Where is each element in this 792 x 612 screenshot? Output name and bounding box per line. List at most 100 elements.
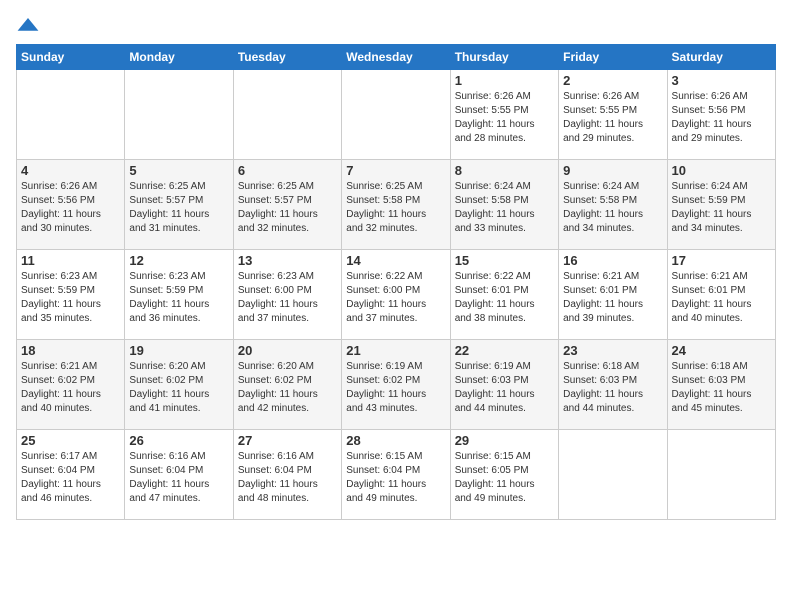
calendar-cell: 28 Sunrise: 6:15 AM Sunset: 6:04 PM Dayli… (342, 430, 450, 520)
day-info: Sunrise: 6:22 AM Sunset: 6:00 PM Dayligh… (346, 270, 445, 326)
day-number: 24 (672, 343, 771, 358)
logo-icon (16, 16, 40, 36)
calendar-cell: 3 Sunrise: 6:26 AM Sunset: 5:56 PM Daylig… (667, 70, 775, 160)
calendar-cell: 6 Sunrise: 6:25 AM Sunset: 5:57 PM Daylig… (233, 160, 341, 250)
calendar-cell: 5 Sunrise: 6:25 AM Sunset: 5:57 PM Daylig… (125, 160, 233, 250)
day-number: 11 (21, 253, 120, 268)
day-number: 29 (455, 433, 554, 448)
calendar-cell: 26 Sunrise: 6:16 AM Sunset: 6:04 PM Dayli… (125, 430, 233, 520)
day-info: Sunrise: 6:15 AM Sunset: 6:05 PM Dayligh… (455, 450, 554, 506)
day-number: 10 (672, 163, 771, 178)
calendar-cell: 2 Sunrise: 6:26 AM Sunset: 5:55 PM Daylig… (559, 70, 667, 160)
weekday-header-sunday: Sunday (17, 45, 125, 70)
logo (16, 16, 44, 36)
calendar-cell: 1 Sunrise: 6:26 AM Sunset: 5:55 PM Daylig… (450, 70, 558, 160)
calendar-cell: 25 Sunrise: 6:17 AM Sunset: 6:04 PM Dayli… (17, 430, 125, 520)
day-number: 19 (129, 343, 228, 358)
day-info: Sunrise: 6:21 AM Sunset: 6:01 PM Dayligh… (672, 270, 771, 326)
day-number: 26 (129, 433, 228, 448)
weekday-header-row: SundayMondayTuesdayWednesdayThursdayFrid… (17, 45, 776, 70)
day-number: 12 (129, 253, 228, 268)
calendar-week-row: 11 Sunrise: 6:23 AM Sunset: 5:59 PM Dayli… (17, 250, 776, 340)
day-number: 22 (455, 343, 554, 358)
day-number: 5 (129, 163, 228, 178)
calendar-cell: 18 Sunrise: 6:21 AM Sunset: 6:02 PM Dayli… (17, 340, 125, 430)
weekday-header-friday: Friday (559, 45, 667, 70)
day-info: Sunrise: 6:16 AM Sunset: 6:04 PM Dayligh… (238, 450, 337, 506)
calendar-cell: 14Sunrise: 6:22 AM Sunset: 6:00 PM Dayli… (342, 250, 450, 340)
calendar-cell: 8 Sunrise: 6:24 AM Sunset: 5:58 PM Daylig… (450, 160, 558, 250)
day-info: Sunrise: 6:19 AM Sunset: 6:03 PM Dayligh… (455, 360, 554, 416)
day-info: Sunrise: 6:19 AM Sunset: 6:02 PM Dayligh… (346, 360, 445, 416)
calendar-cell: 19 Sunrise: 6:20 AM Sunset: 6:02 PM Dayli… (125, 340, 233, 430)
calendar-cell: 29 Sunrise: 6:15 AM Sunset: 6:05 PM Dayli… (450, 430, 558, 520)
calendar-cell: 27 Sunrise: 6:16 AM Sunset: 6:04 PM Dayli… (233, 430, 341, 520)
day-info: Sunrise: 6:25 AM Sunset: 5:58 PM Dayligh… (346, 180, 445, 236)
day-number: 9 (563, 163, 662, 178)
day-info: Sunrise: 6:25 AM Sunset: 5:57 PM Dayligh… (129, 180, 228, 236)
calendar-cell (342, 70, 450, 160)
day-number: 20 (238, 343, 337, 358)
day-info: Sunrise: 6:24 AM Sunset: 5:58 PM Dayligh… (455, 180, 554, 236)
calendar-cell (667, 430, 775, 520)
day-number: 17 (672, 253, 771, 268)
calendar-cell (233, 70, 341, 160)
day-info: Sunrise: 6:21 AM Sunset: 6:01 PM Dayligh… (563, 270, 662, 326)
day-info: Sunrise: 6:23 AM Sunset: 5:59 PM Dayligh… (21, 270, 120, 326)
weekday-header-monday: Monday (125, 45, 233, 70)
calendar-cell: 7 Sunrise: 6:25 AM Sunset: 5:58 PM Daylig… (342, 160, 450, 250)
day-info: Sunrise: 6:20 AM Sunset: 6:02 PM Dayligh… (238, 360, 337, 416)
day-info: Sunrise: 6:17 AM Sunset: 6:04 PM Dayligh… (21, 450, 120, 506)
day-info: Sunrise: 6:15 AM Sunset: 6:04 PM Dayligh… (346, 450, 445, 506)
calendar-week-row: 18 Sunrise: 6:21 AM Sunset: 6:02 PM Dayli… (17, 340, 776, 430)
calendar-cell: 20 Sunrise: 6:20 AM Sunset: 6:02 PM Dayli… (233, 340, 341, 430)
day-info: Sunrise: 6:24 AM Sunset: 5:59 PM Dayligh… (672, 180, 771, 236)
day-number: 8 (455, 163, 554, 178)
calendar-cell: 10 Sunrise: 6:24 AM Sunset: 5:59 PM Dayli… (667, 160, 775, 250)
day-info: Sunrise: 6:21 AM Sunset: 6:02 PM Dayligh… (21, 360, 120, 416)
day-number: 2 (563, 73, 662, 88)
day-number: 15 (455, 253, 554, 268)
day-number: 27 (238, 433, 337, 448)
day-info: Sunrise: 6:20 AM Sunset: 6:02 PM Dayligh… (129, 360, 228, 416)
calendar-cell: 9Sunrise: 6:24 AM Sunset: 5:58 PM Daylig… (559, 160, 667, 250)
day-number: 28 (346, 433, 445, 448)
calendar-cell: 21 Sunrise: 6:19 AM Sunset: 6:02 PM Dayli… (342, 340, 450, 430)
day-info: Sunrise: 6:26 AM Sunset: 5:56 PM Dayligh… (21, 180, 120, 236)
calendar-cell: 16Sunrise: 6:21 AM Sunset: 6:01 PM Dayli… (559, 250, 667, 340)
day-number: 4 (21, 163, 120, 178)
day-number: 3 (672, 73, 771, 88)
calendar-cell (559, 430, 667, 520)
day-info: Sunrise: 6:23 AM Sunset: 5:59 PM Dayligh… (129, 270, 228, 326)
weekday-header-saturday: Saturday (667, 45, 775, 70)
calendar-cell: 13Sunrise: 6:23 AM Sunset: 6:00 PM Dayli… (233, 250, 341, 340)
day-number: 21 (346, 343, 445, 358)
day-info: Sunrise: 6:22 AM Sunset: 6:01 PM Dayligh… (455, 270, 554, 326)
weekday-header-thursday: Thursday (450, 45, 558, 70)
calendar-cell: 22 Sunrise: 6:19 AM Sunset: 6:03 PM Dayli… (450, 340, 558, 430)
calendar-cell: 15 Sunrise: 6:22 AM Sunset: 6:01 PM Dayli… (450, 250, 558, 340)
calendar-cell (125, 70, 233, 160)
calendar-week-row: 25 Sunrise: 6:17 AM Sunset: 6:04 PM Dayli… (17, 430, 776, 520)
day-number: 6 (238, 163, 337, 178)
calendar-cell: 12 Sunrise: 6:23 AM Sunset: 5:59 PM Dayli… (125, 250, 233, 340)
day-number: 1 (455, 73, 554, 88)
header (16, 16, 776, 36)
calendar-cell: 24Sunrise: 6:18 AM Sunset: 6:03 PM Dayli… (667, 340, 775, 430)
day-number: 13 (238, 253, 337, 268)
calendar-cell: 4 Sunrise: 6:26 AM Sunset: 5:56 PM Daylig… (17, 160, 125, 250)
calendar-week-row: 4 Sunrise: 6:26 AM Sunset: 5:56 PM Daylig… (17, 160, 776, 250)
day-number: 7 (346, 163, 445, 178)
weekday-header-tuesday: Tuesday (233, 45, 341, 70)
day-info: Sunrise: 6:26 AM Sunset: 5:55 PM Dayligh… (455, 90, 554, 146)
day-info: Sunrise: 6:18 AM Sunset: 6:03 PM Dayligh… (563, 360, 662, 416)
calendar-table: SundayMondayTuesdayWednesdayThursdayFrid… (16, 44, 776, 520)
day-number: 25 (21, 433, 120, 448)
day-info: Sunrise: 6:26 AM Sunset: 5:56 PM Dayligh… (672, 90, 771, 146)
day-info: Sunrise: 6:26 AM Sunset: 5:55 PM Dayligh… (563, 90, 662, 146)
day-number: 18 (21, 343, 120, 358)
calendar-cell: 23 Sunrise: 6:18 AM Sunset: 6:03 PM Dayli… (559, 340, 667, 430)
day-info: Sunrise: 6:16 AM Sunset: 6:04 PM Dayligh… (129, 450, 228, 506)
day-info: Sunrise: 6:25 AM Sunset: 5:57 PM Dayligh… (238, 180, 337, 236)
day-number: 23 (563, 343, 662, 358)
